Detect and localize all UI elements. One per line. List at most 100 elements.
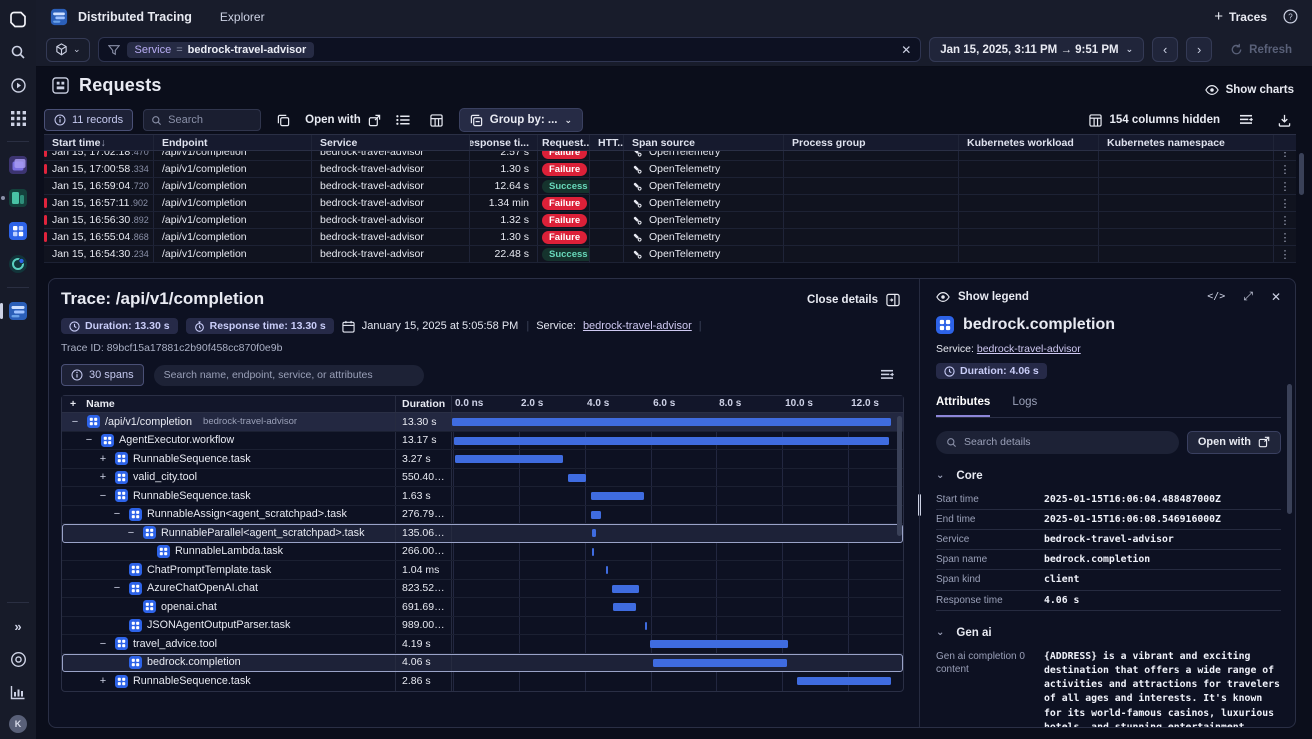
help-icon[interactable]: ? <box>1283 9 1298 24</box>
row-actions-kebab[interactable]: ⋮ <box>1274 229 1296 245</box>
search-icon[interactable] <box>8 42 28 62</box>
records-count-badge[interactable]: 11 records <box>44 109 133 131</box>
waterfall-bar[interactable] <box>452 418 891 426</box>
waterfall-bar[interactable] <box>591 492 645 500</box>
waterfall-bar[interactable] <box>612 585 639 593</box>
trace-service-link[interactable]: bedrock-travel-advisor <box>583 320 692 332</box>
row-actions-kebab[interactable]: ⋮ <box>1274 151 1296 160</box>
waterfall-bar[interactable] <box>653 659 787 667</box>
app-clouds-icon[interactable] <box>8 254 28 274</box>
collapse-toggle[interactable]: − <box>110 582 124 594</box>
dynatrace-logo-icon[interactable] <box>8 9 28 29</box>
span-tree-row[interactable]: −travel_advice.tool4.19 s <box>62 635 903 654</box>
table-row[interactable]: Jan 15, 16:54:30.234/api/v1/completionbe… <box>44 246 1296 263</box>
app-dashboards-icon[interactable] <box>8 221 28 241</box>
span-tree-row[interactable]: ChatPromptTemplate.task1.04 ms <box>62 561 903 580</box>
row-settings-icon[interactable] <box>1234 109 1258 131</box>
tab-logs[interactable]: Logs <box>1012 396 1037 417</box>
column-header[interactable]: Process group <box>784 135 959 150</box>
add-traces-button[interactable]: + Traces <box>1214 8 1267 25</box>
expand-toggle[interactable]: + <box>96 471 110 483</box>
span-tree-row[interactable]: −RunnableParallel<agent_scratchpad>.task… <box>62 524 903 543</box>
column-header[interactable]: Request... <box>538 135 590 150</box>
expand-toggle[interactable]: + <box>96 675 110 687</box>
column-header[interactable]: Start time ↓ <box>44 135 154 150</box>
details-scrollbar[interactable] <box>1287 384 1292 514</box>
code-view-icon[interactable]: </> <box>1207 291 1225 302</box>
filter-token[interactable]: Service=bedrock-travel-advisor <box>127 42 315 58</box>
waterfall-bar[interactable] <box>645 622 647 630</box>
filter-input[interactable]: Service=bedrock-travel-advisor ✕ <box>98 37 922 62</box>
details-search-input[interactable]: Search details <box>936 431 1179 454</box>
tab-attributes[interactable]: Attributes <box>936 396 990 417</box>
span-tree-row[interactable]: bedrock.completion4.06 s <box>62 654 903 673</box>
column-header[interactable]: HTT... <box>590 135 624 150</box>
open-with-button[interactable]: Open with <box>305 114 381 127</box>
row-actions-kebab[interactable]: ⋮ <box>1274 246 1296 262</box>
column-header[interactable]: Span source <box>624 135 784 150</box>
waterfall-bar[interactable] <box>454 437 889 445</box>
columns-hidden-button[interactable]: 154 columns hidden <box>1089 114 1220 127</box>
span-tree-row[interactable]: +valid_city.tool550.40… <box>62 469 903 488</box>
waterfall-bar[interactable] <box>592 548 594 556</box>
close-details-button[interactable]: Close details <box>807 293 900 307</box>
span-tree-row[interactable]: −/api/v1/completionbedrock-travel-adviso… <box>62 413 903 432</box>
waterfall-bar[interactable] <box>568 474 586 482</box>
section-header[interactable]: ⌄Core <box>936 470 1281 482</box>
row-actions-kebab[interactable]: ⋮ <box>1274 195 1296 211</box>
expand-panel-icon[interactable]: ⤢ <box>1243 289 1253 304</box>
collapse-toggle[interactable]: − <box>96 490 110 502</box>
waterfall-bar[interactable] <box>591 511 600 519</box>
span-tree-row[interactable]: openai.chat691.69… <box>62 598 903 617</box>
show-legend-button[interactable]: Show legend <box>936 290 1029 304</box>
span-tree-row[interactable]: −AgentExecutor.workflow13.17 s <box>62 432 903 451</box>
refresh-button[interactable]: Refresh <box>1220 37 1302 62</box>
scope-selector[interactable]: ⌄ <box>46 38 90 62</box>
close-panel-icon[interactable]: ✕ <box>1271 290 1281 304</box>
getting-started-icon[interactable] <box>8 75 28 95</box>
row-actions-kebab[interactable]: ⋮ <box>1274 212 1296 228</box>
table-row[interactable]: Jan 15, 17:02:18.470/api/v1/completionbe… <box>44 151 1296 161</box>
list-view-icon[interactable] <box>391 109 415 131</box>
collapse-toggle[interactable]: − <box>110 508 124 520</box>
table-row[interactable]: Jan 15, 16:55:04.868/api/v1/completionbe… <box>44 229 1296 246</box>
expand-toggle[interactable]: + <box>96 453 110 465</box>
column-header[interactable]: Service <box>312 135 470 150</box>
span-tree-row[interactable]: JSONAgentOutputParser.task989.00… <box>62 617 903 636</box>
waterfall-scrollbar[interactable] <box>897 416 902 536</box>
help-hub-icon[interactable] <box>8 649 28 669</box>
section-header[interactable]: ⌄Gen ai <box>936 627 1281 639</box>
table-row[interactable]: Jan 15, 16:56:30.892/api/v1/completionbe… <box>44 212 1296 229</box>
waterfall-bar[interactable] <box>606 566 608 574</box>
row-actions-kebab[interactable]: ⋮ <box>1274 161 1296 177</box>
collapse-toggle[interactable]: − <box>96 638 110 650</box>
row-actions-kebab[interactable]: ⋮ <box>1274 178 1296 194</box>
nav-explorer[interactable]: Explorer <box>220 10 265 24</box>
details-open-with-button[interactable]: Open with <box>1187 431 1281 454</box>
clear-filter-icon[interactable]: ✕ <box>901 43 911 57</box>
span-tree-row[interactable]: −RunnableAssign<agent_scratchpad>.task27… <box>62 506 903 525</box>
timeframe-prev-button[interactable]: ‹ <box>1152 37 1178 62</box>
waterfall-bar[interactable] <box>650 640 788 648</box>
collapse-toggle[interactable]: − <box>82 434 96 446</box>
spans-count-badge[interactable]: 30 spans <box>61 364 144 386</box>
table-row[interactable]: Jan 15, 16:57:11.902/api/v1/completionbe… <box>44 195 1296 212</box>
add-column-icon[interactable]: + <box>70 398 76 410</box>
waterfall-bar[interactable] <box>455 455 563 463</box>
user-avatar[interactable]: K <box>9 715 27 733</box>
table-row[interactable]: Jan 15, 16:59:04.720/api/v1/completionbe… <box>44 178 1296 195</box>
column-header[interactable]: Kubernetes namespace <box>1099 135 1274 150</box>
waterfall-bar[interactable] <box>592 529 597 537</box>
app-notebooks-icon[interactable] <box>8 188 28 208</box>
group-by-button[interactable]: Group by: ... ⌄ <box>459 108 583 132</box>
requests-scrollbar[interactable] <box>1299 153 1304 195</box>
waterfall-bar[interactable] <box>797 677 891 685</box>
collapse-toggle[interactable]: − <box>68 416 82 428</box>
app-services-icon[interactable] <box>8 155 28 175</box>
span-tree-row[interactable]: +RunnableSequence.task3.27 s <box>62 450 903 469</box>
timeframe-selector[interactable]: Jan 15, 2025, 3:11 PM → 9:51 PM ⌄ <box>929 37 1144 62</box>
span-columns-settings-icon[interactable] <box>880 369 894 381</box>
expand-rail-icon[interactable]: » <box>8 616 28 636</box>
download-icon[interactable] <box>1272 109 1296 131</box>
span-service-link[interactable]: bedrock-travel-advisor <box>977 343 1081 355</box>
